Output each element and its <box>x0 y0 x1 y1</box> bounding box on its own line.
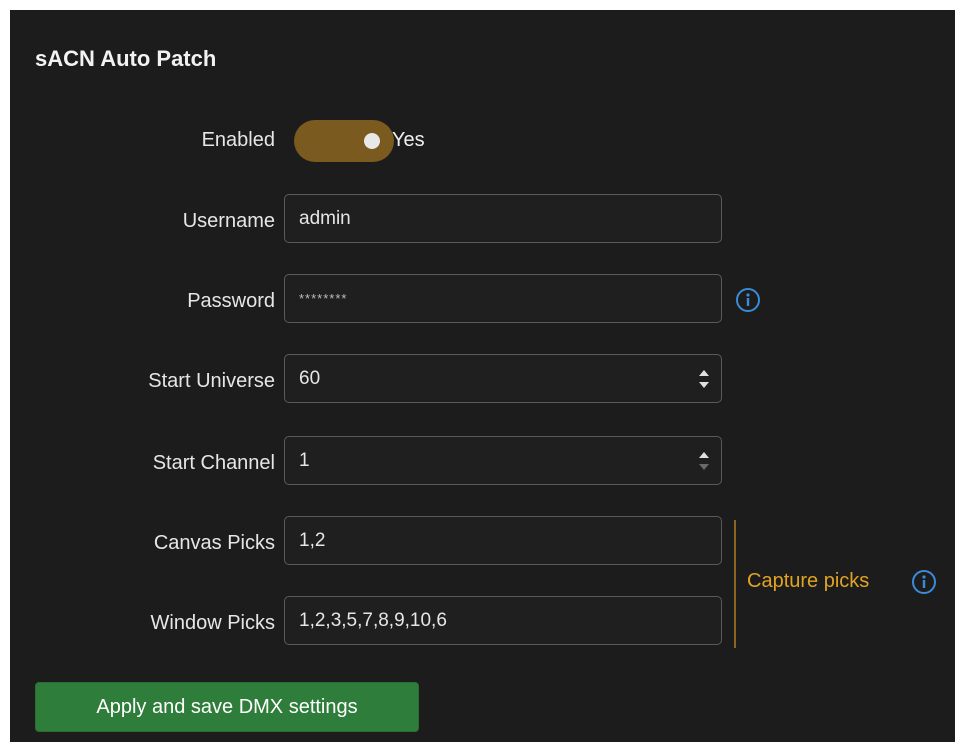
password-input[interactable] <box>285 275 721 322</box>
start-universe-spinner-icon[interactable] <box>697 365 711 393</box>
start-universe-label: Start Universe <box>148 370 275 392</box>
window-picks-input[interactable] <box>285 597 721 644</box>
sacn-auto-patch-panel: sACN Auto Patch Enabled Yes Username Pas… <box>10 10 955 742</box>
start-channel-spinner-icon[interactable] <box>697 447 711 475</box>
start-channel-label: Start Channel <box>152 452 275 474</box>
enabled-toggle[interactable] <box>294 120 394 162</box>
username-label: Username <box>182 210 275 232</box>
enabled-label: Enabled <box>201 129 275 151</box>
start-universe-input[interactable] <box>285 355 721 402</box>
username-input[interactable] <box>285 195 721 242</box>
username-field-box <box>284 194 722 243</box>
window-picks-label: Window Picks <box>150 612 275 634</box>
canvas-picks-input[interactable] <box>285 517 721 564</box>
capture-info-icon[interactable] <box>911 569 937 595</box>
start-channel-field-box <box>284 436 722 485</box>
password-info-icon[interactable] <box>735 287 761 313</box>
section-title: sACN Auto Patch <box>35 46 217 71</box>
start-channel-input[interactable] <box>285 437 721 484</box>
window-picks-field-box <box>284 596 722 645</box>
enabled-value: Yes <box>392 129 425 151</box>
password-field-box <box>284 274 722 323</box>
canvas-picks-label: Canvas Picks <box>153 532 275 554</box>
apply-save-dmx-button[interactable]: Apply and save DMX settings <box>35 682 419 732</box>
capture-picks-link[interactable]: Capture picks <box>747 570 869 593</box>
start-universe-field-box <box>284 354 722 403</box>
canvas-picks-field-box <box>284 516 722 565</box>
picks-group-divider <box>734 520 736 648</box>
toggle-knob <box>364 133 380 149</box>
password-label: Password <box>187 290 275 312</box>
